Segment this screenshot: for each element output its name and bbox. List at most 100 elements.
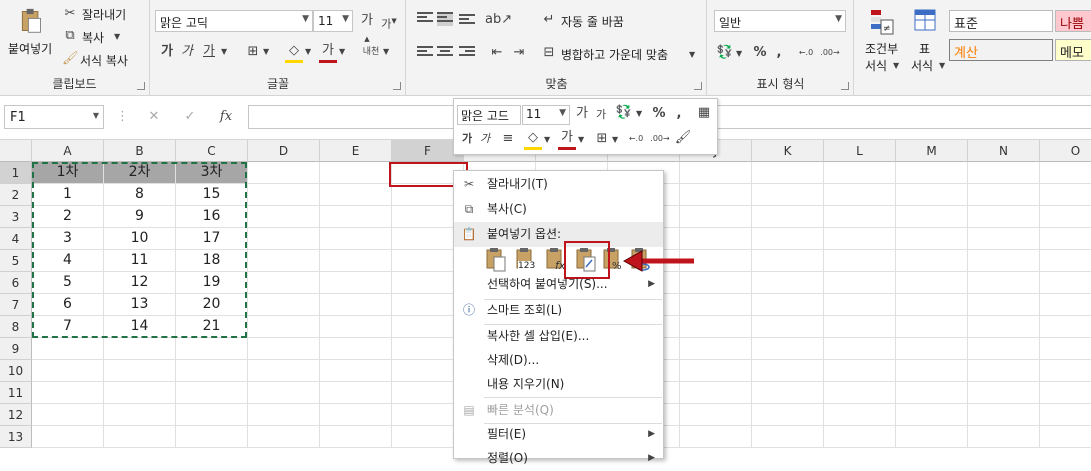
align-left-icon[interactable] — [417, 46, 433, 60]
cell-o3[interactable] — [1040, 206, 1091, 228]
row-header-9[interactable]: 9 — [0, 338, 32, 360]
cell-o12[interactable] — [1040, 404, 1091, 426]
cell-j10[interactable] — [680, 360, 752, 382]
font-name-combo[interactable]: 맑은 고딕 ▼ — [155, 10, 313, 32]
cell-e11[interactable] — [320, 382, 392, 404]
decrease-decimal-icon[interactable]: .00→ — [650, 130, 670, 148]
format-as-table-button[interactable]: 표 — [919, 40, 930, 57]
phonetic-button[interactable]: 내천 — [361, 43, 381, 61]
menu-insert-copied[interactable]: 복사한 셀 삽입(E)... — [454, 324, 663, 349]
cell-o11[interactable] — [1040, 382, 1091, 404]
cell-e5[interactable] — [320, 250, 392, 272]
column-header-b[interactable]: B — [104, 140, 176, 162]
cell-a10[interactable] — [32, 360, 104, 382]
style-bad[interactable]: 나쁨 — [1055, 10, 1091, 32]
border-icon[interactable]: ⊞ — [245, 43, 261, 61]
align-right-icon[interactable] — [459, 46, 475, 60]
format-table-icon[interactable]: ▦ — [696, 104, 712, 122]
cell-c13[interactable] — [176, 426, 248, 448]
cell-m10[interactable] — [896, 360, 968, 382]
column-header-n[interactable]: N — [968, 140, 1040, 162]
cell-n5[interactable] — [968, 250, 1040, 272]
cell-a11[interactable] — [32, 382, 104, 404]
bold-button[interactable]: 가 — [159, 43, 175, 61]
row-header-7[interactable]: 7 — [0, 294, 32, 316]
cell-o1[interactable] — [1040, 162, 1091, 184]
cell-d11[interactable] — [248, 382, 320, 404]
increase-decimal-icon[interactable]: ←.0 — [626, 130, 646, 148]
cell-k6[interactable] — [752, 272, 824, 294]
cell-k9[interactable] — [752, 338, 824, 360]
chevron-down-icon[interactable]: ▼ — [689, 46, 695, 64]
cell-k1[interactable] — [752, 162, 824, 184]
insert-function-icon[interactable]: fx — [216, 108, 236, 126]
cell-d1[interactable] — [248, 162, 320, 184]
cell-o9[interactable] — [1040, 338, 1091, 360]
cell-e1[interactable] — [320, 162, 392, 184]
cell-j11[interactable] — [680, 382, 752, 404]
cell-m8[interactable] — [896, 316, 968, 338]
cell-o13[interactable] — [1040, 426, 1091, 448]
currency-icon[interactable]: 💱 — [716, 44, 734, 62]
cell-a12[interactable] — [32, 404, 104, 426]
cell-e8[interactable] — [320, 316, 392, 338]
font-color-icon[interactable]: 가 — [558, 129, 576, 150]
align-center-icon[interactable] — [437, 46, 453, 60]
column-header-l[interactable]: L — [824, 140, 896, 162]
cell-e4[interactable] — [320, 228, 392, 250]
cell-l3[interactable] — [824, 206, 896, 228]
border-icon[interactable]: ⊞ — [594, 130, 610, 148]
increase-indent-icon[interactable]: ⇥ — [511, 44, 527, 62]
column-header-k[interactable]: K — [752, 140, 824, 162]
cell-o2[interactable] — [1040, 184, 1091, 206]
select-all-corner[interactable] — [0, 140, 32, 162]
cell-m1[interactable] — [896, 162, 968, 184]
cell-d12[interactable] — [248, 404, 320, 426]
alignment-launcher-icon[interactable] — [694, 82, 702, 90]
row-header-4[interactable]: 4 — [0, 228, 32, 250]
conditional-format-button[interactable]: 조건부 — [865, 40, 898, 57]
chevron-down-icon[interactable]: ▼ — [736, 45, 742, 63]
cell-l13[interactable] — [824, 426, 896, 448]
cell-l9[interactable] — [824, 338, 896, 360]
cell-n2[interactable] — [968, 184, 1040, 206]
row-header-6[interactable]: 6 — [0, 272, 32, 294]
row-header-8[interactable]: 8 — [0, 316, 32, 338]
cell-d3[interactable] — [248, 206, 320, 228]
mini-font-combo[interactable]: 맑은 고드 — [457, 105, 521, 125]
cell-e12[interactable] — [320, 404, 392, 426]
menu-clear-contents[interactable]: 내용 지우기(N) — [454, 372, 663, 397]
cell-k4[interactable] — [752, 228, 824, 250]
chevron-down-icon[interactable]: ▼ — [221, 43, 227, 61]
cell-l7[interactable] — [824, 294, 896, 316]
cell-j13[interactable] — [680, 426, 752, 448]
chevron-down-icon[interactable]: ▼ — [383, 43, 389, 61]
cell-a9[interactable] — [32, 338, 104, 360]
cell-l6[interactable] — [824, 272, 896, 294]
cell-o4[interactable] — [1040, 228, 1091, 250]
cell-j12[interactable] — [680, 404, 752, 426]
comma-button[interactable]: , — [774, 44, 784, 62]
decrease-indent-icon[interactable]: ⇤ — [489, 44, 505, 62]
cell-j9[interactable] — [680, 338, 752, 360]
cell-n12[interactable] — [968, 404, 1040, 426]
cell-o7[interactable] — [1040, 294, 1091, 316]
cell-n4[interactable] — [968, 228, 1040, 250]
cut-button[interactable]: 잘라내기 — [82, 6, 126, 23]
chevron-down-icon[interactable]: ▼ — [612, 131, 618, 149]
style-calculation[interactable]: 계산 — [949, 39, 1053, 61]
format-painter-icon[interactable]: 🖌 — [62, 50, 79, 68]
row-header-1[interactable]: 1 — [0, 162, 32, 184]
font-launcher-icon[interactable] — [393, 82, 401, 90]
cell-j6[interactable] — [680, 272, 752, 294]
merge-center-button[interactable]: 병합하고 가운데 맞춤 — [561, 46, 668, 63]
copy-button[interactable]: 복사 — [82, 29, 104, 46]
cell-j2[interactable] — [680, 184, 752, 206]
percent-button[interactable]: % — [752, 44, 768, 62]
increase-decimal-icon[interactable]: ←.0 — [796, 44, 816, 62]
merge-center-icon[interactable]: ⊟ — [541, 44, 557, 62]
cell-e13[interactable] — [320, 426, 392, 448]
cell-b9[interactable] — [104, 338, 176, 360]
row-header-10[interactable]: 10 — [0, 360, 32, 382]
cell-b12[interactable] — [104, 404, 176, 426]
